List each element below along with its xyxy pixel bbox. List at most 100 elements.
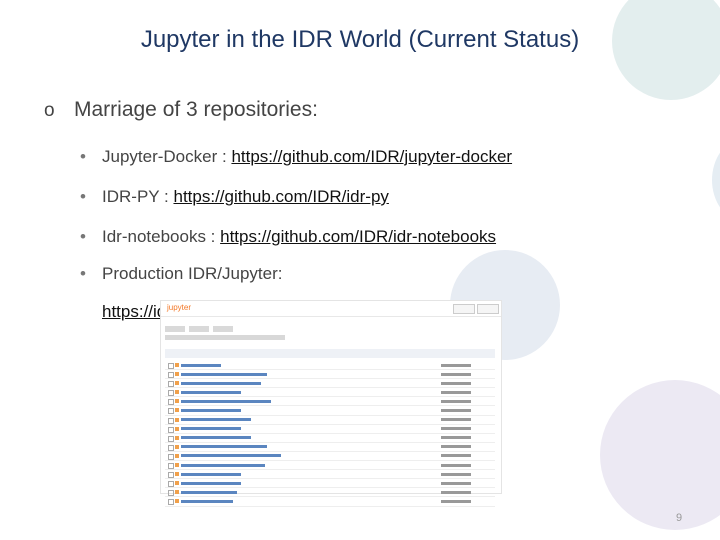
notebook-icon [175, 381, 179, 386]
screenshot-row [165, 388, 495, 398]
notebook-icon [175, 453, 179, 458]
modified-placeholder [441, 445, 471, 449]
list-item: • Jupyter-Docker : https://github.com/IDR… [80, 147, 512, 167]
modified-placeholder [441, 490, 471, 494]
decorative-circle [600, 380, 720, 530]
screenshot-message [165, 335, 285, 340]
idr-notebooks-link[interactable]: https://github.com/IDR/idr-notebooks [220, 227, 496, 246]
file-name-placeholder [181, 472, 241, 476]
screenshot-row [165, 370, 495, 380]
file-name-placeholder [181, 463, 265, 467]
bullet-dot-icon: • [80, 264, 86, 283]
notebook-icon [175, 399, 179, 404]
screenshot-toolbar [165, 349, 495, 358]
screenshot-file-list [165, 361, 495, 507]
notebook-icon [175, 499, 179, 504]
checkbox-icon [168, 372, 174, 379]
notebook-icon [175, 472, 179, 477]
item-label: Production IDR/Jupyter: [102, 264, 283, 283]
screenshot-row [165, 461, 495, 471]
notebook-icon [175, 417, 179, 422]
screenshot-control-button [477, 304, 499, 314]
screenshot-row [165, 497, 495, 507]
checkbox-icon [168, 417, 174, 424]
file-name-placeholder [181, 418, 251, 422]
checkbox-icon [168, 463, 174, 470]
idr-py-link[interactable]: https://github.com/IDR/idr-py [173, 187, 388, 206]
modified-placeholder [441, 499, 471, 503]
screenshot-row [165, 379, 495, 389]
page-number: 9 [676, 512, 683, 524]
screenshot-row [165, 443, 495, 452]
bullet-dot-icon: • [80, 147, 86, 166]
modified-placeholder [441, 481, 471, 485]
modified-placeholder [441, 363, 471, 367]
screenshot-row [165, 361, 495, 371]
screenshot-row [165, 470, 495, 480]
item-label: IDR-PY : [102, 187, 174, 206]
main-bullet-text: Marriage of 3 repositories: [74, 98, 318, 121]
screenshot-tab [189, 326, 209, 332]
notebook-icon [175, 372, 179, 377]
checkbox-icon [168, 426, 174, 433]
checkbox-icon [168, 363, 174, 369]
modified-placeholder [441, 436, 471, 440]
modified-placeholder [441, 390, 471, 394]
screenshot-row [165, 425, 495, 434]
file-name-placeholder [181, 390, 241, 394]
list-item: • Idr-notebooks : https://github.com/IDR/… [80, 227, 496, 247]
modified-placeholder [441, 408, 471, 412]
list-item: • IDR-PY : https://github.com/IDR/idr-py [80, 187, 389, 207]
slide-title: Jupyter in the IDR World (Current Status… [140, 26, 580, 53]
slide: Jupyter in the IDR World (Current Status… [0, 0, 720, 540]
file-name-placeholder [181, 454, 281, 458]
screenshot-row [165, 434, 495, 443]
list-item: • Production IDR/Jupyter: [80, 264, 282, 284]
screenshot-header: jupyter [161, 301, 501, 317]
checkbox-icon [168, 399, 174, 406]
checkbox-icon [168, 453, 174, 460]
modified-placeholder [441, 472, 471, 476]
bullet-dot-icon: • [80, 187, 86, 206]
file-name-placeholder [181, 427, 241, 431]
item-label: Jupyter-Docker : [102, 147, 232, 166]
jupyter-logo: jupyter [167, 303, 192, 312]
checkbox-icon [168, 390, 174, 397]
jupyter-docker-link[interactable]: https://github.com/IDR/jupyter-docker [231, 147, 512, 166]
screenshot-tab [213, 326, 233, 332]
checkbox-icon [168, 472, 174, 479]
file-name-placeholder [181, 436, 251, 440]
screenshot-row [165, 452, 495, 462]
notebook-icon [175, 435, 179, 440]
modified-placeholder [441, 418, 471, 422]
modified-placeholder [441, 399, 471, 403]
jupyter-hub-screenshot: jupyter [160, 300, 502, 507]
screenshot-tabs [165, 319, 285, 332]
checkbox-icon [168, 481, 174, 488]
checkbox-icon [168, 499, 174, 506]
notebook-icon [175, 444, 179, 449]
circle-bullet-icon: o [44, 100, 55, 121]
file-name-placeholder [181, 399, 271, 403]
file-name-placeholder [181, 445, 267, 449]
file-name-placeholder [181, 381, 261, 385]
file-name-placeholder [181, 372, 267, 376]
screenshot-row [165, 397, 495, 407]
file-name-placeholder [181, 499, 233, 503]
file-name-placeholder [181, 408, 241, 412]
screenshot-row [165, 479, 495, 489]
notebook-icon [175, 408, 179, 413]
decorative-circle [712, 140, 720, 220]
screenshot-control-button [453, 304, 475, 314]
modified-placeholder [441, 463, 471, 467]
notebook-icon [175, 490, 179, 495]
screenshot-row [165, 416, 495, 425]
file-name-placeholder [181, 481, 241, 485]
checkbox-icon [168, 408, 174, 415]
modified-placeholder [441, 381, 471, 385]
modified-placeholder [441, 454, 471, 458]
notebook-icon [175, 390, 179, 395]
bullet-dot-icon: • [80, 227, 86, 246]
modified-placeholder [441, 372, 471, 376]
checkbox-icon [168, 444, 174, 451]
